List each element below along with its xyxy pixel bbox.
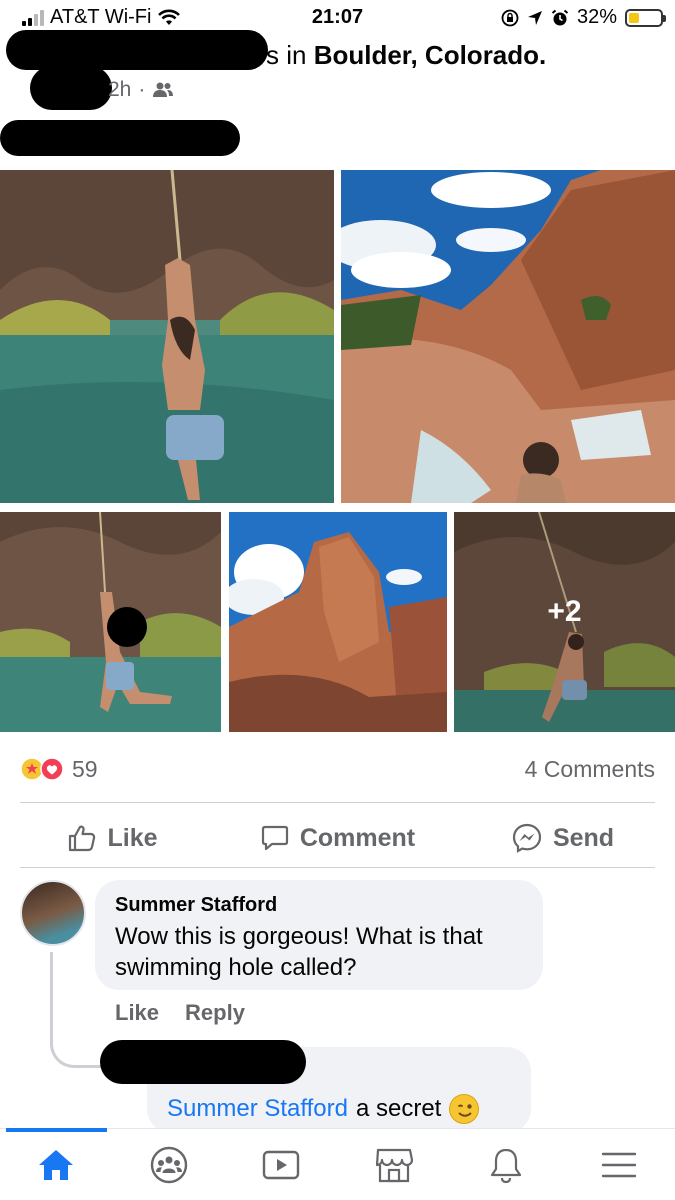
post-location[interactable]: s in Boulder, Colorado. — [266, 40, 546, 71]
post-time[interactable]: 2h — [108, 78, 131, 102]
friends-icon — [153, 82, 174, 97]
tab-watch[interactable] — [225, 1129, 338, 1200]
comment-reply-button[interactable]: Reply — [185, 1000, 245, 1026]
comment-text: Wow this is gorgeous! What is that swimm… — [115, 923, 483, 981]
comment-actions: Like Reply — [115, 1000, 245, 1026]
comment-label: Comment — [299, 823, 416, 852]
groups-icon — [150, 1146, 187, 1183]
location-prefix: s in — [266, 40, 314, 70]
home-icon — [39, 1149, 74, 1180]
comment-bubble[interactable]: Summer Stafford Wow this is gorgeous! Wh… — [95, 880, 543, 990]
tab-home[interactable] — [0, 1128, 113, 1200]
screen-lock-icon — [501, 9, 519, 26]
wink-emoji-icon — [449, 1094, 480, 1124]
marketplace-icon — [375, 1148, 413, 1182]
redacted-reply-author — [100, 1040, 306, 1084]
reaction-count: 59 — [72, 755, 98, 782]
divider-bottom — [20, 867, 655, 868]
photo-4-rock-spire[interactable] — [229, 512, 447, 732]
love-reaction-icon — [40, 757, 64, 781]
meta-separator: · — [138, 78, 146, 101]
reply-mention[interactable]: Summer Stafford — [167, 1095, 348, 1123]
battery-percent: 32% — [576, 6, 617, 28]
alarm-icon — [551, 9, 569, 25]
like-label: Like — [107, 823, 158, 852]
comment-like-button[interactable]: Like — [115, 1000, 159, 1026]
send-label: Send — [552, 823, 615, 852]
battery-icon — [625, 8, 666, 27]
redacted-author-tail — [30, 66, 112, 110]
location-name[interactable]: Boulder, Colorado. — [314, 40, 547, 70]
tab-marketplace[interactable] — [338, 1129, 451, 1200]
status-right: 32% — [501, 6, 666, 29]
post-meta: 2h · — [108, 78, 174, 102]
redacted-author — [6, 30, 268, 70]
watch-icon — [263, 1150, 300, 1179]
bottom-tab-bar — [0, 1128, 675, 1200]
reply-text: a secret — [355, 1095, 442, 1122]
redacted-caption — [0, 120, 240, 156]
menu-icon — [601, 1152, 636, 1177]
like-button[interactable]: Like — [0, 812, 225, 864]
comment-author[interactable]: Summer Stafford — [115, 894, 523, 917]
reply-content: Summer Stafford a secret — [167, 1094, 480, 1124]
tab-menu[interactable] — [563, 1129, 675, 1200]
thumbs-up-icon — [69, 825, 96, 852]
status-bar: AT&T Wi-Fi 21:07 32% — [0, 0, 675, 34]
photo-5-more-photos[interactable]: +2 — [454, 512, 675, 732]
photo-3-rope-swing-jump[interactable] — [0, 512, 221, 732]
send-button[interactable]: Send — [450, 812, 675, 864]
reply-thread-line — [50, 952, 102, 1068]
messenger-icon — [512, 823, 542, 853]
photo-1-rope-swing[interactable] — [0, 170, 334, 503]
divider-top — [20, 802, 655, 803]
comments-count[interactable]: 4 Comments — [525, 756, 655, 783]
reactions-summary[interactable]: 59 4 Comments — [20, 752, 655, 786]
comment-icon — [261, 825, 288, 851]
commenter-avatar[interactable] — [20, 880, 86, 946]
more-photos-count: +2 — [454, 512, 675, 732]
comment-button[interactable]: Comment — [225, 812, 450, 864]
photo-2-canyon-waterfall[interactable] — [341, 170, 675, 503]
post-actions: Like Comment Send — [0, 812, 675, 864]
notifications-icon — [491, 1148, 522, 1183]
tab-notifications[interactable] — [450, 1129, 563, 1200]
tab-groups[interactable] — [113, 1129, 226, 1200]
location-arrow-icon — [527, 10, 542, 25]
